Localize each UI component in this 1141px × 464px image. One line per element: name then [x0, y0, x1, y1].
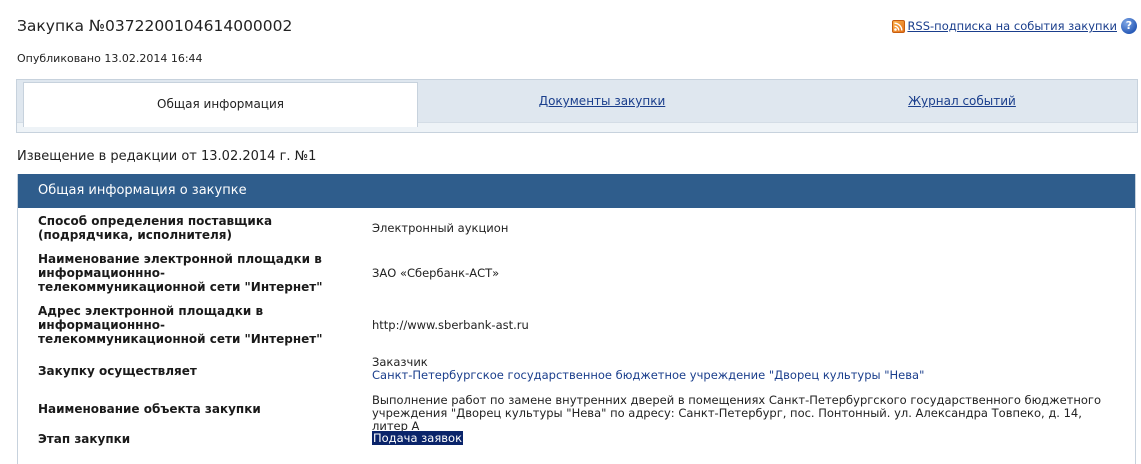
row-label: Этап закупки — [38, 432, 131, 446]
published-date: Опубликовано 13.02.2014 16:44 — [17, 52, 203, 65]
row-value: Заказчик Санкт-Петербургское государстве… — [372, 356, 1112, 382]
tab-general-info[interactable]: Общая информация — [23, 82, 418, 127]
rss-subscription[interactable]: RSS-подписка на события закупки — [892, 19, 1117, 33]
rss-link[interactable]: RSS-подписка на события закупки — [907, 19, 1117, 33]
row-label: Наименование электронной площадки в инфо… — [38, 252, 323, 294]
help-icon[interactable]: ? — [1121, 18, 1137, 34]
customer-org-link[interactable]: Санкт-Петербургское государственное бюдж… — [372, 369, 1112, 382]
general-info-panel: Общая информация о закупке Способ опреде… — [17, 174, 1136, 464]
row-label: Закупку осуществляет — [38, 364, 197, 378]
row-value: Подача заявок — [372, 431, 1112, 445]
row-value: Электронный аукцион — [372, 221, 509, 235]
info-row-customer: Закупку осуществляет Заказчик Санкт-Пете… — [18, 356, 1135, 388]
stage-value: Подача заявок — [372, 431, 464, 445]
info-row-platform-address: Адрес электронной площадки в информацион… — [18, 304, 1135, 348]
tab-bar: Общая информация Документы закупки Журна… — [16, 79, 1138, 133]
info-row-object: Наименование объекта закупки Выполнение … — [18, 394, 1135, 433]
rss-icon[interactable] — [892, 19, 906, 33]
tab-event-log[interactable]: Журнал событий — [787, 80, 1137, 123]
info-row-stage: Этап закупки Подача заявок — [18, 431, 1135, 452]
panel-title: Общая информация о закупке — [18, 174, 1135, 208]
info-row-method: Способ определения поставщика (подрядчик… — [18, 214, 1135, 244]
tab-documents[interactable]: Документы закупки — [417, 80, 787, 123]
row-value: ЗАО «Сбербанк-АСТ» — [372, 266, 500, 280]
info-row-platform-name: Наименование электронной площадки в инфо… — [18, 252, 1135, 296]
row-value: http://www.sberbank-ast.ru — [372, 318, 529, 332]
notice-edition: Извещение в редакции от 13.02.2014 г. №1 — [17, 149, 317, 164]
row-label: Наименование объекта закупки — [38, 402, 261, 416]
row-label: Адрес электронной площадки в информацион… — [38, 304, 323, 346]
page-title: Закупка №0372200104614000002 — [17, 17, 293, 35]
row-label: Способ определения поставщика (подрядчик… — [38, 214, 273, 242]
row-value: Выполнение работ по замене внутренних дв… — [372, 393, 1102, 433]
